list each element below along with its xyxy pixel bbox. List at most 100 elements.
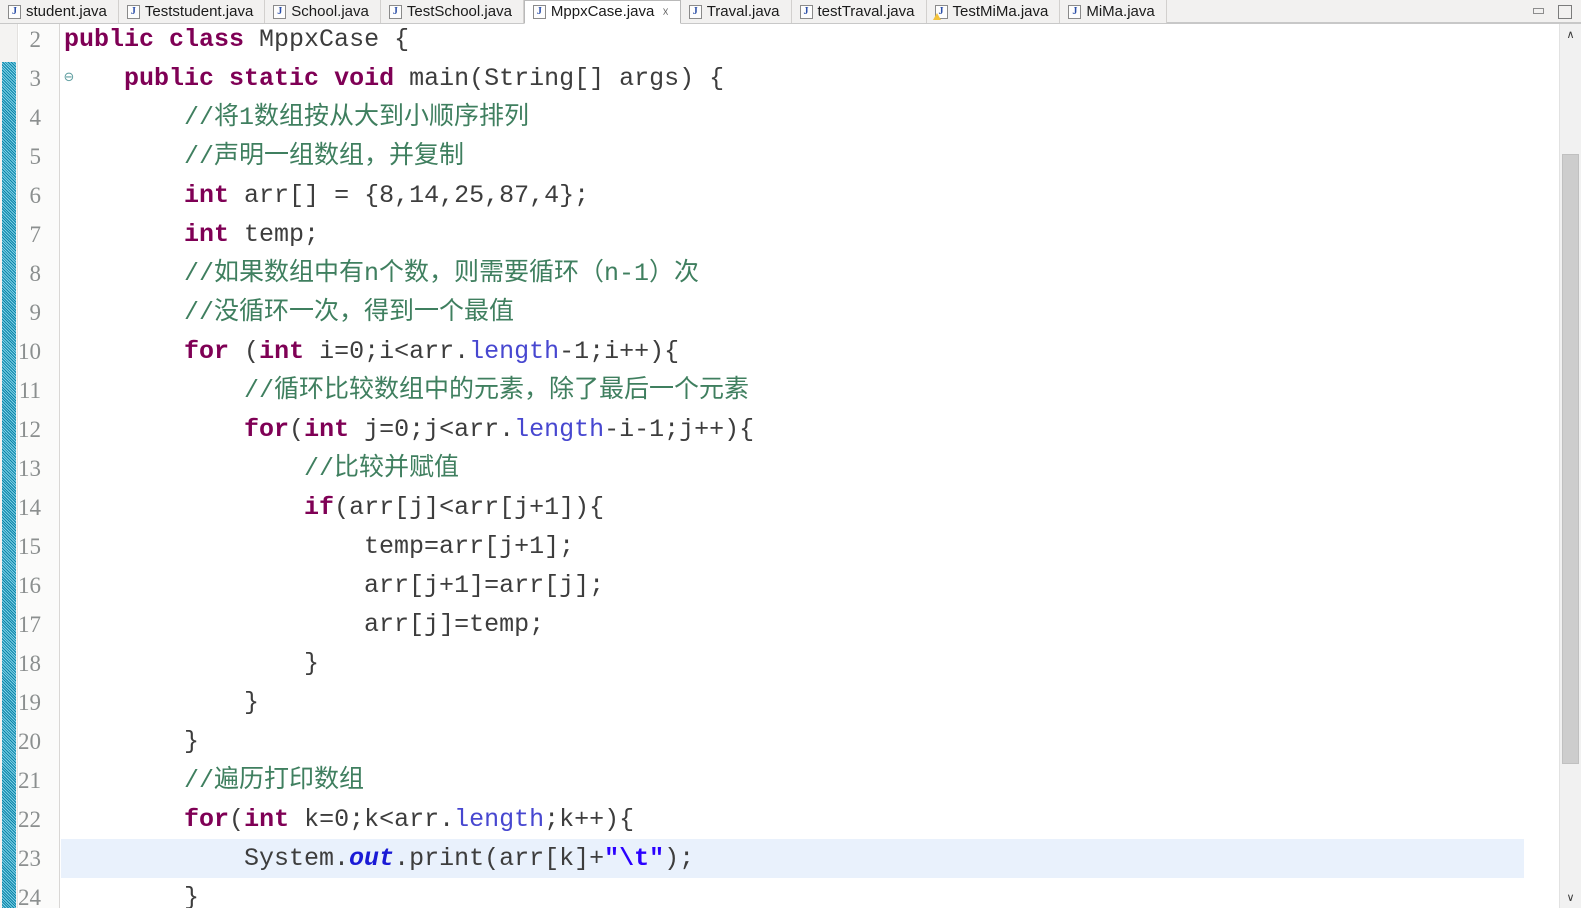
code-line-current[interactable]: System.out.print(arr[k]+"\t"); — [61, 839, 1524, 878]
code-line[interactable]: arr[j+1]=arr[j]; — [61, 566, 604, 605]
maximize-icon[interactable] — [1557, 5, 1573, 19]
code-token-cmt: //没循环一次，得到一个最值 — [184, 298, 515, 327]
code-token-kw: for — [184, 337, 230, 366]
code-editor[interactable]: 2 3 ⊖ 4 5 6 7 8 9 10 11 12 13 14 15 16 17 18 19 20 21 22 23 24 … — [0, 24, 1581, 908]
code-token-plain: -i-1;j++){ — [604, 415, 755, 444]
code-line[interactable]: for(int k=0;k<arr.length;k++){ — [61, 800, 634, 839]
code-line[interactable]: } — [61, 683, 259, 722]
code-line[interactable]: //比较并赋值 — [61, 449, 459, 488]
scroll-down-arrow-icon[interactable]: ∨ — [1560, 887, 1581, 908]
code-token-fld: length — [469, 337, 560, 366]
code-token-kw: for — [184, 805, 230, 834]
code-token-plain: } — [64, 688, 260, 717]
editor-tab-testmima-java[interactable]: TestMiMa.java — [926, 0, 1061, 23]
close-icon[interactable]: ☓ — [662, 1, 668, 23]
editor-tab-teststudent-java[interactable]: Teststudent.java — [118, 0, 266, 23]
line-number: 12 — [18, 417, 41, 442]
scrollbar-thumb[interactable] — [1562, 154, 1579, 764]
code-line[interactable]: //没循环一次，得到一个最值 — [61, 293, 514, 332]
code-token-kw: public — [64, 25, 155, 54]
code-token-plain: arr[] = {8,14,25,87,4}; — [229, 181, 590, 210]
code-line[interactable]: //将1数组按从大到小顺序排列 — [61, 98, 529, 137]
code-line[interactable]: for (int i=0;i<arr.length-1;i++){ — [61, 332, 679, 371]
code-line[interactable]: public class MppxCase { — [61, 24, 409, 59]
code-token-plain: } — [64, 727, 200, 756]
code-line[interactable]: if(arr[j]<arr[j+1]){ — [61, 488, 604, 527]
editor-tab-testtraval-java[interactable]: testTraval.java — [791, 0, 927, 23]
code-line[interactable]: //声明一组数组，并复制 — [61, 137, 464, 176]
code-line[interactable]: } — [61, 722, 199, 761]
code-token-plain: arr[j+1]=arr[j]; — [64, 571, 605, 600]
editor-tab-mppxcase-java[interactable]: MppxCase.java ☓ — [523, 0, 681, 24]
editor-tab-label: MiMa.java — [1086, 2, 1155, 20]
code-token-kw: class — [169, 25, 245, 54]
code-line[interactable]: temp=arr[j+1]; — [61, 527, 574, 566]
code-token-cmt: //将1数组按从大到小顺序排列 — [184, 103, 530, 132]
java-file-icon — [1068, 4, 1082, 19]
editor-tab-mima-java[interactable]: MiMa.java — [1060, 0, 1167, 23]
horizontal-scroll-sliver[interactable] — [0, 904, 1559, 908]
code-line[interactable]: for(int j=0;j<arr.length-i-1;j++){ — [61, 410, 754, 449]
java-file-icon — [126, 4, 140, 19]
code-token-plain: ( — [229, 805, 245, 834]
line-number: 15 — [18, 534, 41, 559]
editor-tab-testschool-java[interactable]: TestSchool.java — [380, 0, 524, 23]
line-number: 9 — [29, 300, 42, 325]
vertical-scrollbar[interactable]: ∧ ∨ — [1559, 24, 1581, 908]
line-number: 21 — [18, 768, 41, 793]
code-line[interactable]: arr[j]=temp; — [61, 605, 544, 644]
line-number: 18 — [18, 651, 41, 676]
code-line[interactable]: public static void main(String[] args) { — [61, 59, 724, 98]
line-number: 6 — [29, 183, 42, 208]
editor-tab-label: Teststudent.java — [144, 2, 254, 20]
code-line[interactable]: //如果数组中有n个数，则需要循环（n-1）次 — [61, 254, 699, 293]
code-token-plain: } — [64, 649, 320, 678]
java-file-icon — [8, 4, 21, 19]
code-token-kw: int — [304, 415, 350, 444]
line-number: 17 — [18, 612, 41, 637]
editor-tab-traval-java[interactable]: Traval.java — [680, 0, 792, 23]
code-token-plain: temp=arr[j+1]; — [64, 532, 575, 561]
code-token-cmt: //遍历打印数组 — [184, 766, 365, 795]
code-token-kw: public — [124, 64, 215, 93]
minimize-icon[interactable] — [1531, 5, 1547, 19]
java-file-icon — [688, 4, 702, 19]
code-line[interactable]: } — [61, 644, 319, 683]
code-line[interactable]: int temp; — [61, 215, 319, 254]
java-file-icon — [388, 4, 402, 19]
code-token-kw: int — [244, 805, 290, 834]
window-controls — [1531, 0, 1579, 24]
code-token-fld: length — [454, 805, 545, 834]
editor-tab-school-java[interactable]: School.java — [265, 0, 381, 23]
code-token-fld: length — [514, 415, 605, 444]
line-number: 20 — [18, 729, 41, 754]
code-token-plain: temp; — [229, 220, 320, 249]
java-file-icon — [532, 5, 546, 19]
code-line[interactable]: //循环比较数组中的元素，除了最后一个元素 — [61, 371, 749, 410]
line-number: 22 — [18, 807, 41, 832]
code-token-plain: ;k++){ — [544, 805, 635, 834]
java-file-icon — [273, 4, 287, 19]
editor-tab-label: Traval.java — [706, 2, 780, 20]
code-token-sfld: out — [349, 844, 395, 873]
editor-tab-label: TestMiMa.java — [952, 2, 1049, 20]
code-line[interactable]: //遍历打印数组 — [61, 761, 364, 800]
scroll-up-arrow-icon[interactable]: ∧ — [1560, 24, 1581, 45]
editor-tab-label: School.java — [291, 2, 369, 20]
code-surface[interactable]: public class MppxCase { public static vo… — [61, 24, 1581, 908]
code-line[interactable]: int arr[] = {8,14,25,87,4}; — [61, 176, 589, 215]
code-token-kw: for — [244, 415, 290, 444]
code-token-kw: static — [229, 64, 320, 93]
code-token-kw: void — [334, 64, 395, 93]
editor-tab-label: student.java — [26, 2, 107, 20]
editor-tab-student-java[interactable]: student.java — [0, 0, 119, 23]
code-token-kw: int — [259, 337, 305, 366]
